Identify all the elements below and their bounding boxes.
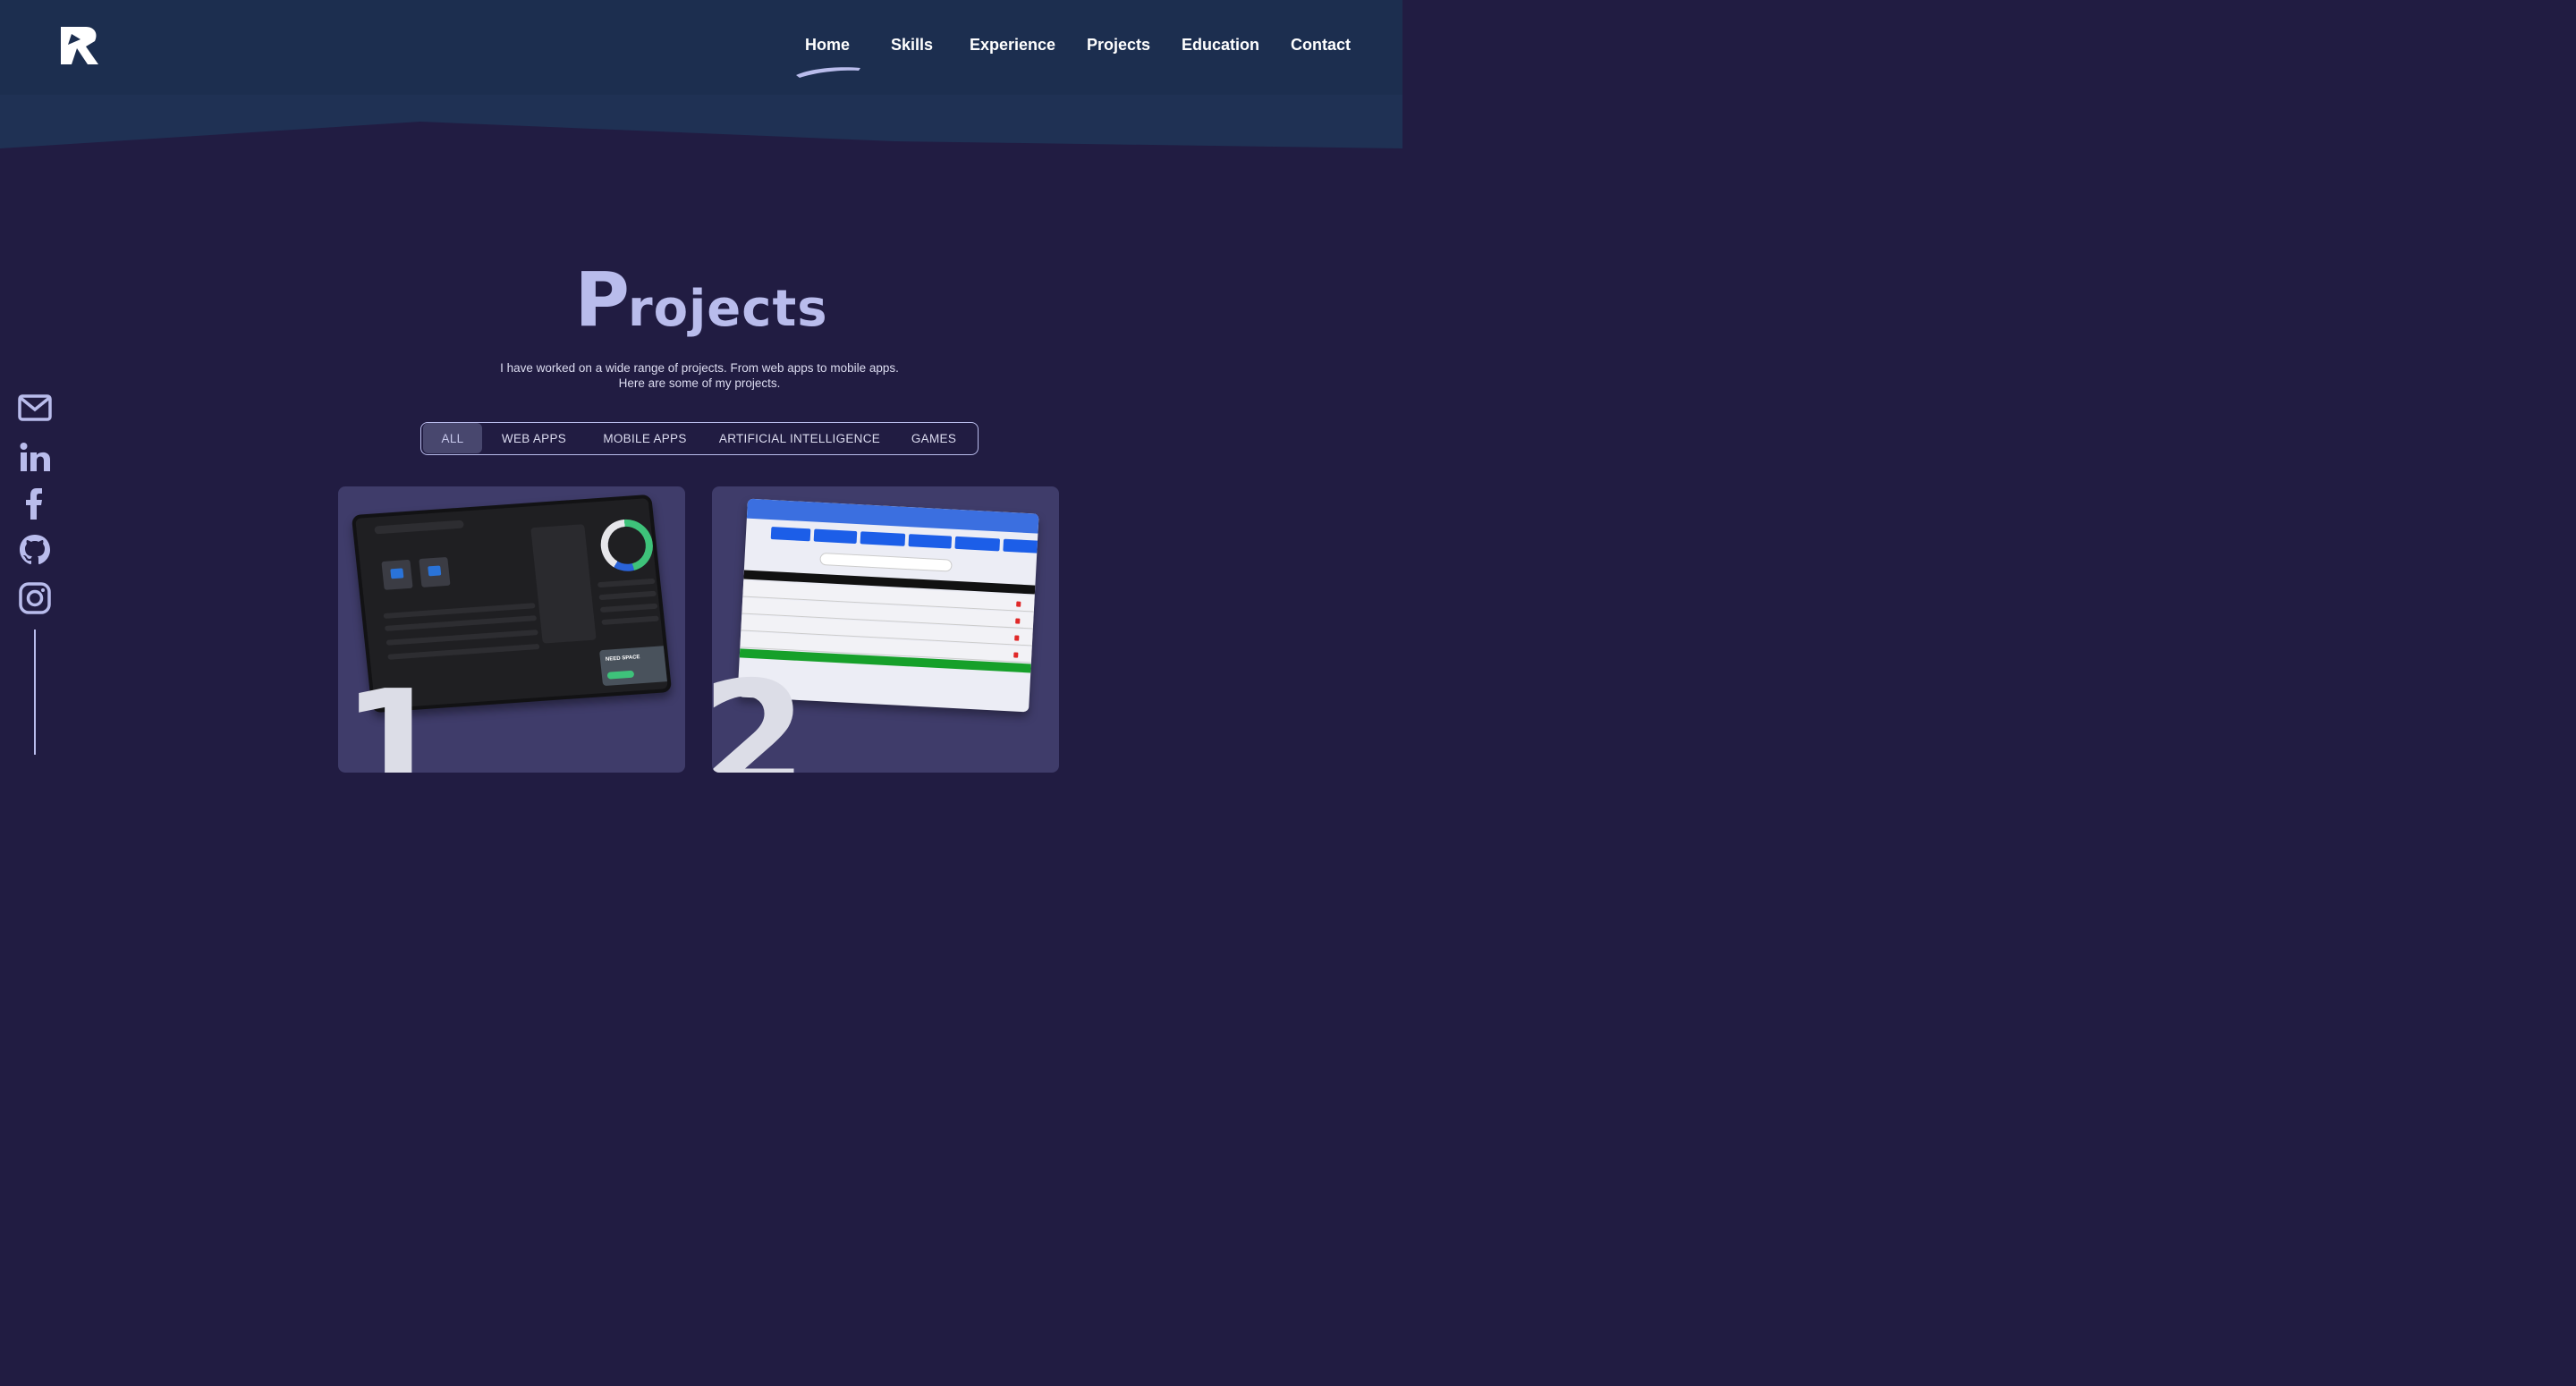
card-number: 1 [342, 658, 448, 773]
linkedin-icon[interactable] [18, 442, 52, 472]
project-card-2[interactable]: 2 [712, 486, 1059, 773]
logo-icon[interactable] [59, 25, 100, 66]
nav-projects[interactable]: Projects [1087, 36, 1150, 55]
nav-contact[interactable]: Contact [1291, 36, 1351, 55]
nav-experience[interactable]: Experience [970, 36, 1055, 55]
nav-home[interactable]: Home [805, 36, 850, 55]
filter-web-apps[interactable]: WEB APPS [491, 423, 577, 453]
github-icon[interactable] [18, 533, 52, 567]
title-rest: rojects [628, 280, 828, 338]
project-filter-tabs: ALL WEB APPS MOBILE APPS ARTIFICIAL INTE… [420, 422, 979, 455]
title-initial: P [574, 256, 630, 343]
mail-icon[interactable] [18, 393, 52, 422]
card-number: 2 [712, 649, 808, 773]
site-header: Home Skills Experience Projects Educatio… [0, 0, 1402, 95]
filter-all[interactable]: ALL [423, 423, 482, 453]
filter-mobile-apps[interactable]: MOBILE APPS [595, 423, 695, 453]
filter-artificial-intelligence[interactable]: ARTIFICIAL INTELLIGENCE [715, 423, 885, 453]
section-title: Projects [0, 256, 1402, 343]
active-nav-underline [796, 67, 860, 78]
nav-skills[interactable]: Skills [891, 36, 933, 55]
instagram-icon[interactable] [18, 581, 52, 615]
section-subtitle-line1: I have worked on a wide range of project… [500, 361, 899, 375]
section-subtitle-line2: Here are some of my projects. [618, 376, 781, 390]
sidebar-line [34, 630, 36, 755]
filter-games[interactable]: GAMES [902, 423, 965, 453]
header-wave-divider [0, 89, 1402, 148]
project-card-1[interactable]: NEED SPACE 1 [338, 486, 685, 773]
nav-education[interactable]: Education [1182, 36, 1259, 55]
facebook-icon[interactable] [18, 486, 52, 520]
